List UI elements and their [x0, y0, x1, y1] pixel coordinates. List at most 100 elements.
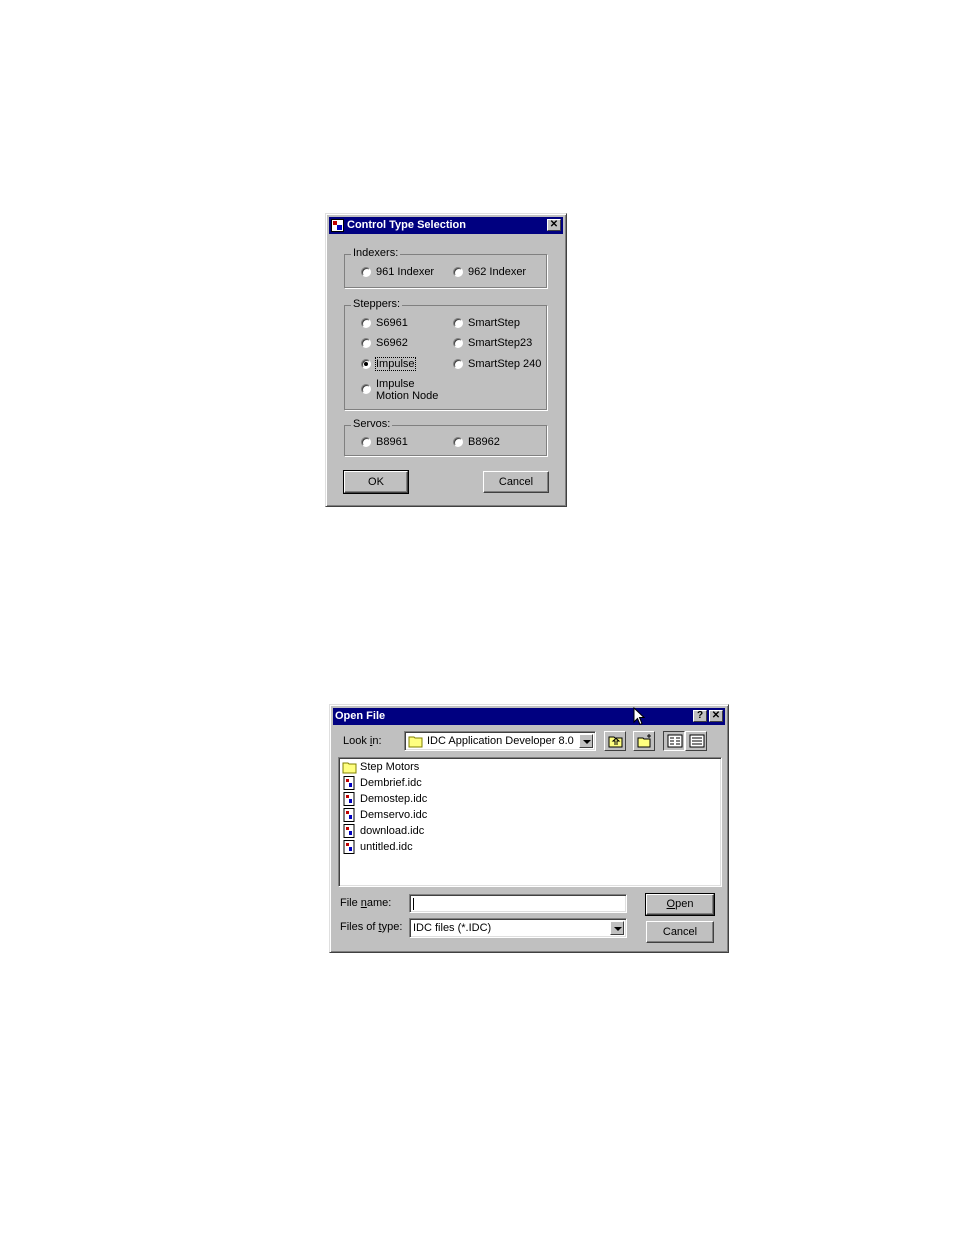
close-icon: ✕ [549, 219, 559, 230]
file-list[interactable]: Step Motors Dembrief.idc Demostep.idc De… [338, 757, 722, 887]
new-folder-icon [637, 734, 651, 748]
list-item[interactable]: Demservo.idc [342, 807, 427, 823]
up-one-level-button[interactable] [604, 731, 626, 751]
help-icon: ? [696, 710, 704, 721]
files-of-type-dropdown[interactable]: IDC files (*.IDC) [409, 918, 627, 938]
open-file-dialog: Open File ? ✕ Look in: IDC Application D… [329, 704, 729, 953]
radio-label: B8962 [468, 436, 500, 448]
up-folder-icon [608, 736, 623, 748]
text-caret [413, 898, 414, 910]
file-name: Demservo.idc [360, 809, 428, 821]
idc-file-icon [343, 776, 355, 790]
look-in-dropdown[interactable]: IDC Application Developer 8.0 [404, 731, 596, 751]
radio-label: 961 Indexer [376, 266, 435, 278]
files-of-type-label: Files of type: [340, 921, 402, 933]
radio-s6962[interactable]: S6962 [361, 337, 408, 349]
radio-button[interactable] [361, 318, 371, 328]
radio-button-checked[interactable] [361, 359, 371, 369]
idc-file-icon [343, 792, 355, 806]
chevron-down-icon[interactable] [579, 734, 593, 748]
close-button[interactable]: ✕ [709, 710, 723, 722]
servos-group-label: Servos: [351, 418, 393, 430]
files-of-type-label-pre: Files of [340, 921, 379, 933]
open-dialog-titlebar[interactable]: Open File ? ✕ [333, 708, 725, 725]
cancel-button[interactable]: Cancel [646, 921, 714, 943]
open-dialog-title: Open File [335, 710, 386, 722]
radio-b8961[interactable]: B8961 [361, 436, 408, 448]
radio-s6961[interactable]: S6961 [361, 317, 408, 329]
mouse-pointer-icon [633, 707, 645, 726]
files-of-type-value: IDC files (*.IDC) [413, 922, 492, 934]
control-dialog-title: Control Type Selection [347, 219, 466, 231]
servos-group: Servos: B8961 B8962 [344, 418, 547, 456]
look-in-label-post: n: [372, 735, 382, 747]
radio-button[interactable] [453, 359, 463, 369]
radio-button[interactable] [361, 384, 371, 394]
file-name-label-pre: File [340, 897, 361, 909]
help-button[interactable]: ? [693, 710, 707, 722]
create-new-folder-button[interactable] [633, 731, 655, 751]
cancel-button[interactable]: Cancel [483, 471, 549, 493]
radio-button[interactable] [361, 267, 371, 277]
radio-label: SmartStep23 [468, 337, 533, 349]
file-name: Dembrief.idc [360, 777, 422, 789]
list-item[interactable]: Dembrief.idc [342, 775, 422, 791]
radio-button[interactable] [361, 437, 371, 447]
radio-label: S6962 [376, 337, 408, 349]
radio-smartstep-240[interactable]: SmartStep 240 [453, 358, 541, 370]
file-name-label: File name: [340, 897, 391, 909]
radio-961-indexer[interactable]: 961 Indexer [361, 266, 434, 278]
radio-label: 962 Indexer [468, 266, 527, 278]
file-name: Demostep.idc [360, 793, 428, 805]
close-icon: ✕ [711, 710, 721, 721]
indexers-group: Indexers: 961 Indexer 962 Indexer [344, 247, 547, 288]
steppers-group: Steppers: S6961 SmartStep S6962 SmartSte… [344, 298, 547, 410]
file-name: untitled.idc [360, 841, 413, 853]
list-view-button[interactable] [663, 731, 685, 751]
idc-file-icon [343, 840, 355, 854]
radio-label: SmartStep 240 [468, 358, 542, 370]
list-item[interactable]: download.idc [342, 823, 424, 839]
radio-smartstep[interactable]: SmartStep [453, 317, 520, 329]
file-name-input[interactable] [409, 894, 627, 913]
radio-button[interactable] [453, 437, 463, 447]
close-button[interactable]: ✕ [547, 219, 561, 231]
radio-impulse[interactable]: Impulse [361, 357, 416, 371]
radio-button[interactable] [453, 318, 463, 328]
files-of-type-label-post: ype: [381, 921, 403, 933]
details-view-button[interactable] [685, 731, 707, 751]
list-view-icon [667, 734, 683, 748]
file-name: download.idc [360, 825, 425, 837]
radio-label: Impulse Motion Node [376, 378, 439, 402]
radio-b8962[interactable]: B8962 [453, 436, 500, 448]
idc-file-icon [343, 808, 355, 822]
radio-label: SmartStep [468, 317, 520, 329]
radio-impulse-motion-node[interactable]: Impulse Motion Node [361, 378, 448, 402]
control-dialog-titlebar[interactable]: Control Type Selection ✕ [329, 217, 563, 234]
look-in-label: Look in: [343, 735, 382, 747]
indexers-group-label: Indexers: [351, 247, 401, 259]
open-accel: O [666, 898, 676, 910]
radio-button[interactable] [453, 338, 463, 348]
look-in-value: IDC Application Developer 8.0 [427, 735, 574, 747]
radio-962-indexer[interactable]: 962 Indexer [453, 266, 526, 278]
radio-button[interactable] [453, 267, 463, 277]
folder-icon [408, 736, 423, 748]
radio-label: B8961 [376, 436, 408, 448]
list-item[interactable]: Demostep.idc [342, 791, 427, 807]
open-button[interactable]: Open [645, 893, 715, 916]
control-type-selection-dialog: Control Type Selection ✕ Indexers: 961 I… [325, 213, 567, 507]
folder-icon [342, 762, 357, 773]
list-item[interactable]: Step Motors [342, 759, 419, 775]
ok-button[interactable]: OK [343, 470, 409, 494]
steppers-group-label: Steppers: [351, 298, 403, 310]
list-item[interactable]: untitled.idc [342, 839, 413, 855]
chevron-down-icon[interactable] [610, 921, 624, 935]
radio-button[interactable] [361, 338, 371, 348]
radio-smartstep23[interactable]: SmartStep23 [453, 337, 532, 349]
radio-label: Impulse [375, 357, 416, 371]
app-icon [331, 219, 344, 232]
file-name: Step Motors [360, 761, 420, 773]
details-view-icon [689, 734, 705, 748]
file-name-label-post: ame: [366, 897, 392, 909]
